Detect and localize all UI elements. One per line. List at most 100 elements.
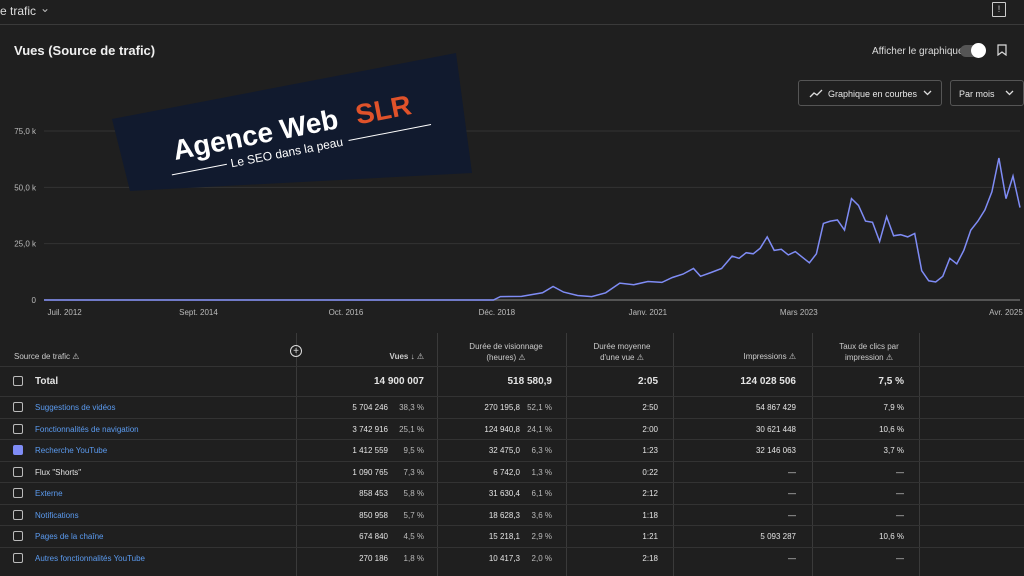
- impressions-value: —: [788, 489, 796, 498]
- watch-time-value: 31 630,4: [488, 489, 520, 498]
- sort-down-icon: ↓: [410, 352, 415, 361]
- source-label: Flux "Shorts": [35, 467, 82, 477]
- source-label[interactable]: Externe: [35, 489, 63, 498]
- header-label: Source de trafic: [14, 352, 71, 361]
- row-checkbox[interactable]: [13, 509, 23, 520]
- watch-time-percent: 52,1 %: [527, 403, 552, 412]
- report-selector-label[interactable]: e trafic: [0, 4, 36, 18]
- chart-type-dropdown[interactable]: Graphique en courbes: [798, 80, 942, 106]
- feedback-icon[interactable]: !: [992, 2, 1006, 17]
- total-ctr: 7,5 %: [878, 376, 904, 387]
- table-row: Externe 858 453 5,8 % 31 630,4 6,1 % 2:12 — —: [0, 482, 1024, 504]
- period-label: Par mois: [959, 89, 995, 99]
- x-tick-label: Déc. 2018: [479, 308, 516, 317]
- warning-icon: ⚠: [518, 353, 526, 362]
- source-label[interactable]: Autres fonctionnalités YouTube: [35, 554, 145, 563]
- warning-icon: ⚠: [885, 353, 894, 362]
- ctr-value: —: [896, 510, 904, 520]
- watch-time-value: 32 475,0: [488, 446, 520, 455]
- total-watch-time: 518 580,9: [507, 376, 553, 387]
- warning-icon: ⚠: [788, 352, 796, 361]
- views-percent: 1,8 %: [403, 553, 424, 563]
- impressions-value: 30 621 448: [755, 424, 796, 434]
- bookmark-icon[interactable]: [997, 44, 1007, 56]
- impressions-value: —: [788, 553, 796, 563]
- source-label[interactable]: Notifications: [35, 511, 79, 520]
- watch-time-percent: 3,6 %: [531, 510, 552, 520]
- impressions-value: 32 146 063: [755, 446, 796, 455]
- table-row: Notifications 850 958 5,7 % 18 628,3 3,6 % 1:…: [0, 503, 1024, 526]
- period-dropdown[interactable]: Par mois: [950, 80, 1024, 106]
- chevron-down-icon: [1005, 90, 1014, 96]
- views-percent: 9,5 %: [403, 446, 424, 455]
- warning-icon: ⚠: [416, 352, 424, 361]
- avg-duration-value: 1:18: [642, 510, 658, 520]
- watch-time-value: 15 218,1: [488, 532, 520, 541]
- watch-time-percent: 6,1 %: [531, 489, 552, 498]
- views-percent: 5,7 %: [403, 510, 424, 520]
- views-percent: 4,5 %: [403, 532, 424, 541]
- ctr-value: —: [896, 553, 904, 563]
- views-value: 1 412 559: [352, 446, 388, 455]
- row-checkbox[interactable]: [13, 466, 23, 477]
- row-checkbox[interactable]: [13, 423, 23, 434]
- chevron-down-icon[interactable]: ⌄: [40, 1, 50, 15]
- toggle-knob: [971, 43, 986, 58]
- x-tick-label: Janv. 2021: [629, 308, 668, 317]
- top-bar: e trafic ⌄ !: [0, 0, 1024, 25]
- y-tick-label: 50,0 k: [14, 183, 37, 192]
- add-metric-icon[interactable]: +: [290, 345, 302, 357]
- total-label: Total: [35, 376, 59, 387]
- table-row: Recherche YouTube 1 412 559 9,5 % 32 475,0 6…: [0, 439, 1024, 461]
- ctr-value: 10,6 %: [879, 424, 904, 434]
- views-percent: 25,1 %: [399, 424, 424, 434]
- row-checkbox[interactable]: [13, 445, 23, 455]
- avg-duration-value: 2:00: [642, 424, 658, 434]
- line-chart-icon: [809, 89, 823, 98]
- total-avg-duration: 2:05: [637, 376, 658, 387]
- table-row: Autres fonctionnalités YouTube 270 186 1,8…: [0, 546, 1024, 569]
- row-checkbox[interactable]: [13, 552, 23, 563]
- row-checkbox[interactable]: [13, 402, 23, 412]
- header-label: Durée de visionnage (heures): [469, 342, 543, 362]
- avg-duration-value: 2:18: [642, 553, 658, 563]
- ctr-value: 7,9 %: [883, 403, 904, 412]
- avg-duration-value: 1:21: [642, 532, 658, 541]
- x-tick-label: Oct. 2016: [329, 308, 364, 317]
- chart-type-label: Graphique en courbes: [828, 89, 918, 99]
- views-percent: 7,3 %: [403, 467, 424, 477]
- total-views: 14 900 007: [373, 376, 424, 387]
- views-percent: 38,3 %: [399, 403, 424, 412]
- watch-time-percent: 1,3 %: [531, 467, 552, 477]
- watch-time-percent: 2,0 %: [531, 553, 552, 563]
- x-tick-label: Sept. 2014: [179, 308, 218, 317]
- watch-time-value: 6 742,0: [493, 467, 520, 477]
- x-tick-label: Juil. 2012: [48, 308, 83, 317]
- warning-icon: ⚠: [636, 353, 644, 362]
- avg-duration-value: 2:12: [642, 489, 658, 498]
- source-label[interactable]: Recherche YouTube: [35, 446, 107, 455]
- views-value: 850 958: [359, 510, 388, 520]
- source-label[interactable]: Suggestions de vidéos: [35, 403, 116, 412]
- views-value: 5 704 246: [352, 403, 388, 412]
- x-tick-label: Mars 2023: [780, 308, 818, 317]
- avg-duration-value: 1:23: [642, 446, 658, 455]
- y-tick-label: 75,0 k: [14, 127, 37, 136]
- source-label[interactable]: Pages de la chaîne: [35, 532, 104, 541]
- row-checkbox[interactable]: [13, 531, 23, 541]
- total-checkbox[interactable]: [13, 376, 23, 386]
- row-checkbox[interactable]: [13, 488, 23, 498]
- y-tick-label: 0: [32, 296, 37, 305]
- views-value: 858 453: [359, 489, 388, 498]
- views-value: 1 090 765: [352, 467, 388, 477]
- watch-time-value: 18 628,3: [488, 510, 520, 520]
- watch-time-percent: 24,1 %: [527, 424, 552, 434]
- views-value: 270 186: [359, 553, 388, 563]
- views-value: 674 840: [359, 532, 388, 541]
- source-label[interactable]: Fonctionnalités de navigation: [35, 425, 139, 434]
- watch-time-percent: 2,9 %: [531, 532, 552, 541]
- impressions-value: 54 867 429: [755, 403, 796, 412]
- ctr-value: 3,7 %: [883, 446, 904, 455]
- show-chart-toggle[interactable]: [960, 43, 986, 58]
- avg-duration-value: 2:50: [642, 403, 658, 412]
